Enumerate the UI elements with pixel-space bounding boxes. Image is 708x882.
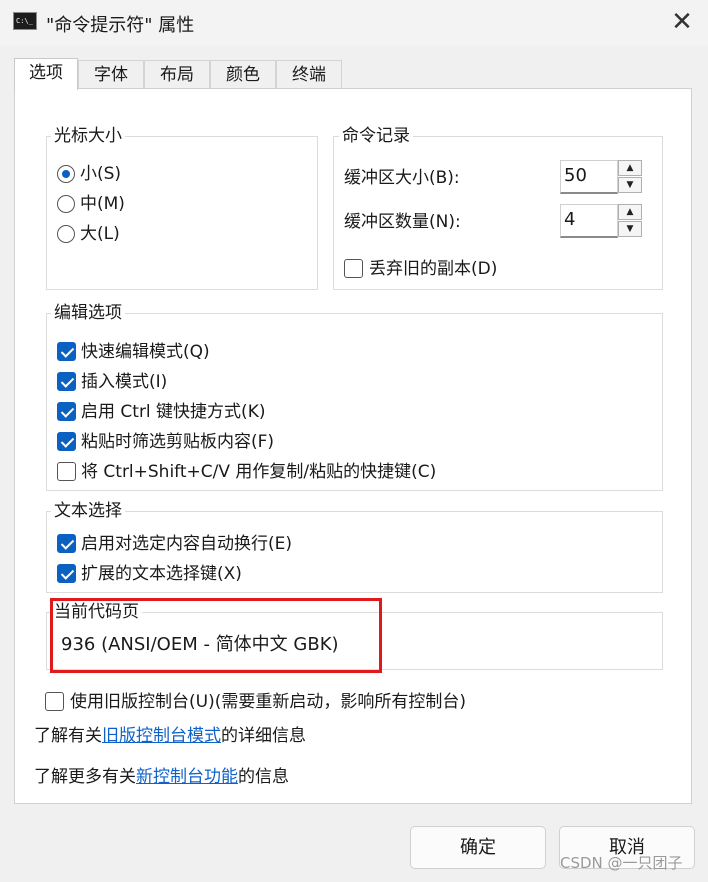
ok-button[interactable]: 确定 xyxy=(410,826,546,869)
ctrl-shortcuts-checkbox[interactable] xyxy=(57,402,76,421)
buffer-size-label: 缓冲区大小(B): xyxy=(344,168,460,188)
buffer-count-input[interactable]: 4 xyxy=(560,204,618,238)
cursor-medium-label: 中(M) xyxy=(80,194,125,214)
legacy-console-checkbox[interactable] xyxy=(45,692,64,711)
extended-selection-keys-checkbox[interactable] xyxy=(57,564,76,583)
buffer-size-stepper: ▲ ▼ xyxy=(618,160,644,194)
watermark-text: CSDN @一只团子 xyxy=(560,854,683,872)
insert-mode-label: 插入模式(I) xyxy=(81,372,168,392)
legacy-mode-link[interactable]: 旧版控制台模式 xyxy=(102,726,221,746)
legacy-info-text: 了解有关旧版控制台模式的详细信息 xyxy=(34,725,306,747)
cursor-small-radio[interactable] xyxy=(57,165,75,183)
ctrl-shift-cv-label: 将 Ctrl+Shift+C/V 用作复制/粘贴的快捷键(C) xyxy=(81,462,437,482)
quick-edit-checkbox[interactable] xyxy=(57,342,76,361)
buffer-size-down-icon[interactable]: ▼ xyxy=(618,177,642,193)
edit-options-title: 编辑选项 xyxy=(51,303,125,323)
new-features-link[interactable]: 新控制台功能 xyxy=(136,767,238,787)
cursor-size-title: 光标大小 xyxy=(51,126,125,146)
ctrl-shortcuts-label: 启用 Ctrl 键快捷方式(K) xyxy=(81,402,266,422)
tab-terminal[interactable]: 终端 xyxy=(276,60,342,89)
new-features-suffix: 的信息 xyxy=(238,767,289,787)
filter-clipboard-label: 粘贴时筛选剪贴板内容(F) xyxy=(81,432,275,452)
highlight-annotation xyxy=(50,598,382,673)
legacy-info-prefix: 了解有关 xyxy=(34,726,102,746)
legacy-console-label: 使用旧版控制台(U)(需要重新启动，影响所有控制台) xyxy=(70,692,466,712)
discard-old-label: 丢弃旧的副本(D) xyxy=(369,259,498,279)
buffer-size-input[interactable]: 50 xyxy=(560,160,618,194)
line-wrap-selection-label: 启用对选定内容自动换行(E) xyxy=(81,534,293,554)
buffer-size-up-icon[interactable]: ▲ xyxy=(618,160,642,176)
ctrl-shift-cv-checkbox[interactable] xyxy=(57,462,76,481)
filter-clipboard-checkbox[interactable] xyxy=(57,432,76,451)
cursor-large-label: 大(L) xyxy=(80,224,120,244)
new-features-info-text: 了解更多有关新控制台功能的信息 xyxy=(34,766,289,788)
quick-edit-label: 快速编辑模式(Q) xyxy=(81,342,210,362)
command-history-title: 命令记录 xyxy=(339,126,413,146)
tab-layout[interactable]: 布局 xyxy=(144,60,210,89)
window-title: "命令提示符" 属性 xyxy=(46,15,195,36)
cursor-large-radio[interactable] xyxy=(57,225,75,243)
tab-font[interactable]: 字体 xyxy=(78,60,144,89)
title-bar: C:\_ "命令提示符" 属性 ✕ xyxy=(0,0,708,46)
close-icon[interactable]: ✕ xyxy=(664,6,700,38)
tab-colors[interactable]: 颜色 xyxy=(210,60,276,89)
buffer-count-stepper: ▲ ▼ xyxy=(618,204,644,238)
extended-selection-keys-label: 扩展的文本选择键(X) xyxy=(81,564,242,584)
line-wrap-selection-checkbox[interactable] xyxy=(57,534,76,553)
buffer-count-up-icon[interactable]: ▲ xyxy=(618,204,642,220)
cursor-medium-radio[interactable] xyxy=(57,195,75,213)
new-features-prefix: 了解更多有关 xyxy=(34,767,136,787)
cmd-app-icon: C:\_ xyxy=(13,12,37,30)
cursor-small-label: 小(S) xyxy=(80,164,122,184)
legacy-info-suffix: 的详细信息 xyxy=(221,726,306,746)
insert-mode-checkbox[interactable] xyxy=(57,372,76,391)
buffer-count-down-icon[interactable]: ▼ xyxy=(618,221,642,237)
buffer-count-label: 缓冲区数量(N): xyxy=(344,212,461,232)
discard-old-checkbox[interactable] xyxy=(344,259,363,278)
tab-options[interactable]: 选项 xyxy=(14,58,78,90)
text-selection-title: 文本选择 xyxy=(51,501,125,521)
